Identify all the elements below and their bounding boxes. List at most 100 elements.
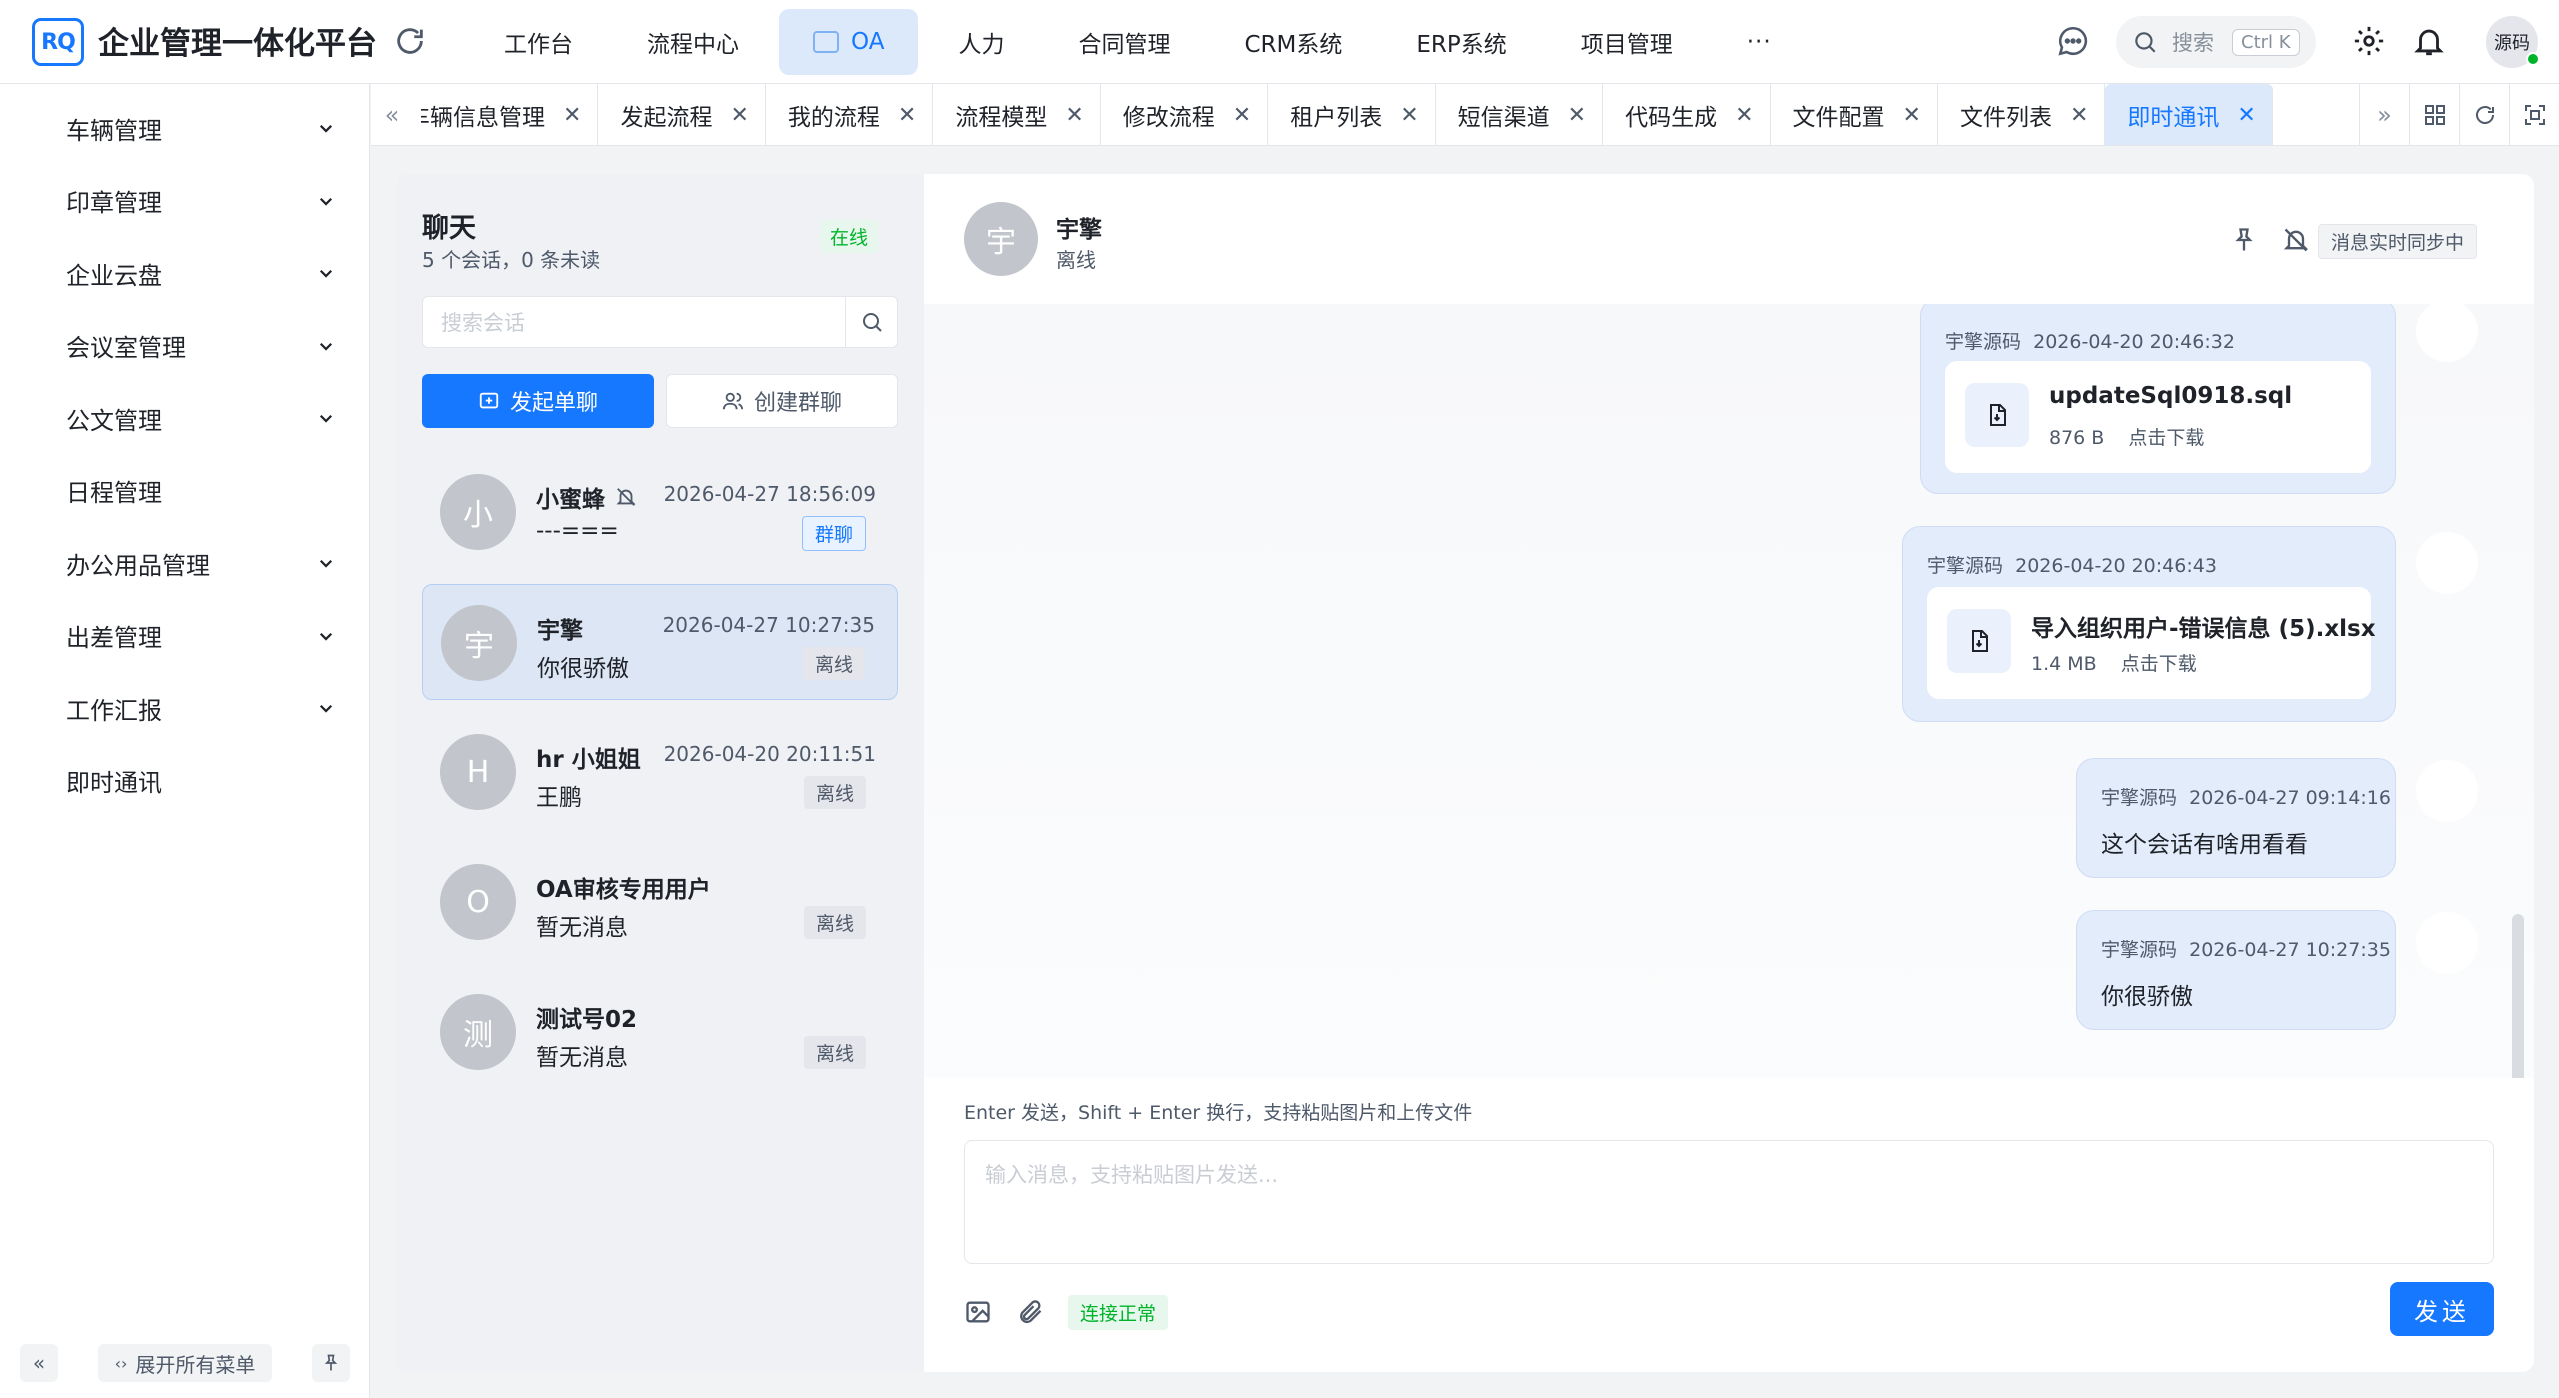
composer-tools: 连接正常	[964, 1292, 1169, 1332]
conversation-item[interactable]: H hr 小姐姐 2026-04-20 20:11:51 王鹏 离线	[422, 714, 898, 830]
tab-file-config[interactable]: 文件配置 ✕	[1771, 84, 1938, 145]
close-icon[interactable]: ✕	[1233, 103, 1251, 128]
conversation-item[interactable]: 小 小蜜蜂 2026-04-27 18:56:09 ---=== 群聊	[422, 454, 898, 570]
conversation-time: 2026-04-20 20:11:51	[663, 742, 876, 766]
sidebar-item-schedule[interactable]: 日程管理	[0, 455, 369, 528]
close-icon[interactable]: ✕	[898, 103, 916, 128]
chat-list-title: 聊天	[422, 213, 476, 244]
pin-sidebar-button[interactable]	[312, 1344, 350, 1382]
conversation-item-active[interactable]: 宇 宇擎 2026-04-27 10:27:35 你很骄傲 离线	[422, 584, 898, 700]
avatar: H	[440, 734, 516, 810]
nav-erp[interactable]: ERP系统	[1382, 9, 1540, 75]
message-time: 2026-04-20 20:46:43	[2015, 555, 2217, 577]
tab-code-gen[interactable]: 代码生成 ✕	[1603, 84, 1771, 145]
tab-label: 短信渠道	[1457, 105, 1550, 131]
message-list[interactable]: 宇擎源码 2026-04-20 20:46:32 updateSql0918.s…	[924, 304, 2534, 1078]
send-button[interactable]: 发送	[2390, 1282, 2494, 1336]
close-icon[interactable]: ✕	[2237, 103, 2255, 128]
expand-all-menus-button[interactable]: ‹› 展开所有菜单	[98, 1344, 272, 1382]
collapse-sidebar-button[interactable]: «	[20, 1344, 58, 1382]
tab-im[interactable]: 即时通讯 ✕	[2105, 84, 2273, 145]
conversation-item[interactable]: O OA审核专用用户 暂无消息 离线	[422, 844, 898, 960]
file-name: 导入组织用户-错误信息 (5).xlsx	[2031, 616, 2376, 642]
file-card[interactable]: updateSql0918.sql 876 B 点击下载	[1945, 361, 2371, 473]
sidebar-item-meeting-room[interactable]: 会议室管理	[0, 310, 369, 383]
nav-more-button[interactable]: ···	[1713, 9, 1806, 75]
user-avatar[interactable]: 源码	[2486, 16, 2540, 68]
tab-tenant-list[interactable]: 租户列表 ✕	[1268, 84, 1436, 145]
tab-vehicle-info[interactable]: 车辆信息管理 ✕	[421, 84, 599, 145]
online-dot	[2526, 52, 2540, 66]
reload-tab-icon[interactable]	[2459, 84, 2509, 145]
download-link[interactable]: 点击下载	[2128, 427, 2204, 449]
message-scrollbar[interactable]	[2512, 914, 2524, 1078]
close-icon[interactable]: ✕	[1903, 103, 1921, 128]
tab-process-model[interactable]: 流程模型 ✕	[933, 84, 1101, 145]
nav-workbench[interactable]: 工作台	[470, 9, 607, 75]
sidebar-item-seal[interactable]: 印章管理	[0, 165, 369, 238]
close-icon[interactable]: ✕	[730, 103, 748, 128]
conversation-search-input[interactable]: 搜索会话	[423, 307, 845, 337]
close-icon[interactable]: ✕	[1735, 103, 1753, 128]
sidebar-item-vehicle[interactable]: 车辆管理	[0, 92, 369, 165]
message-icon[interactable]	[2056, 24, 2090, 58]
bell-icon[interactable]	[2412, 24, 2446, 58]
sidebar-item-work-report[interactable]: 工作汇报	[0, 672, 369, 745]
tab-my-process[interactable]: 我的流程 ✕	[766, 84, 934, 145]
message-meta: 宇擎源码 2026-04-27 10:27:35	[2101, 935, 2391, 962]
gear-icon[interactable]	[2352, 24, 2386, 58]
conversation-last-message: 你很骄傲	[537, 656, 629, 682]
conversation-search[interactable]: 搜索会话	[422, 296, 898, 348]
message-meta: 宇擎源码 2026-04-27 09:14:16	[2101, 783, 2391, 810]
mute-bell-icon[interactable]	[2282, 226, 2310, 254]
start-single-chat-button[interactable]: 发起单聊	[422, 374, 654, 428]
conversation-name: 测试号02	[536, 1007, 638, 1033]
tab-sms-channel[interactable]: 短信渠道 ✕	[1436, 84, 1604, 145]
create-group-chat-button[interactable]: 创建群聊	[666, 374, 898, 428]
pin-icon[interactable]	[2230, 226, 2258, 254]
close-icon[interactable]: ✕	[1568, 103, 1586, 128]
refresh-icon[interactable]	[393, 24, 427, 58]
nav-hr[interactable]: 人力	[924, 9, 1038, 75]
nav-oa[interactable]: OA	[779, 9, 919, 75]
nav-contract[interactable]: 合同管理	[1044, 9, 1204, 75]
paperclip-icon[interactable]	[1016, 1298, 1044, 1326]
close-icon[interactable]: ✕	[2070, 103, 2088, 128]
sidebar-item-business-trip[interactable]: 出差管理	[0, 600, 369, 673]
download-link[interactable]: 点击下载	[2121, 653, 2197, 675]
fullscreen-icon[interactable]	[2509, 84, 2559, 145]
chevron-down-icon	[319, 197, 333, 206]
sidebar-item-cloud-disk[interactable]: 企业云盘	[0, 237, 369, 310]
sidebar-item-label: 出差管理	[66, 624, 162, 653]
conversation-item[interactable]: 测 测试号02 暂无消息 离线	[422, 974, 898, 1090]
nav-label: 流程中心	[647, 32, 739, 58]
nav-process-center[interactable]: 流程中心	[613, 9, 773, 75]
peer-avatar: 宇	[964, 202, 1038, 276]
close-icon[interactable]: ✕	[1400, 103, 1418, 128]
search-button[interactable]	[845, 297, 897, 347]
tab-edit-process[interactable]: 修改流程 ✕	[1101, 84, 1269, 145]
close-icon[interactable]: ✕	[1065, 103, 1083, 128]
global-search[interactable]: 搜索 Ctrl K	[2116, 16, 2316, 68]
search-placeholder: 搜索	[2172, 31, 2214, 55]
sidebar-item-document[interactable]: 公文管理	[0, 382, 369, 455]
tab-scroll-right-button[interactable]: »	[2359, 84, 2409, 145]
image-upload-icon[interactable]	[964, 1298, 992, 1326]
nav-project[interactable]: 项目管理	[1547, 9, 1707, 75]
tab-scroll-left-button[interactable]: «	[371, 84, 413, 145]
nav-crm[interactable]: CRM系统	[1210, 9, 1376, 75]
grid-icon[interactable]	[2409, 84, 2459, 145]
close-icon[interactable]: ✕	[563, 103, 581, 128]
sidebar-item-office-supplies[interactable]: 办公用品管理	[0, 527, 369, 600]
tab-file-list[interactable]: 文件列表 ✕	[1938, 84, 2106, 145]
file-size: 1.4 MB	[2031, 653, 2097, 675]
file-card[interactable]: 导入组织用户-错误信息 (5).xlsx 1.4 MB 点击下载	[1927, 587, 2376, 699]
sender-avatar	[2416, 304, 2478, 362]
conversation-last-message: 王鹏	[536, 785, 582, 811]
sidebar-item-im[interactable]: 即时通讯	[0, 745, 369, 818]
chevron-down-icon	[319, 415, 333, 423]
tab-start-process[interactable]: 发起流程 ✕	[598, 84, 766, 145]
app-logo[interactable]: RQ	[32, 18, 84, 66]
message-bubble: 宇擎源码 2026-04-20 20:46:32 updateSql0918.s…	[1920, 304, 2396, 494]
message-input[interactable]: 输入消息，支持粘贴图片发送...	[964, 1140, 2494, 1264]
